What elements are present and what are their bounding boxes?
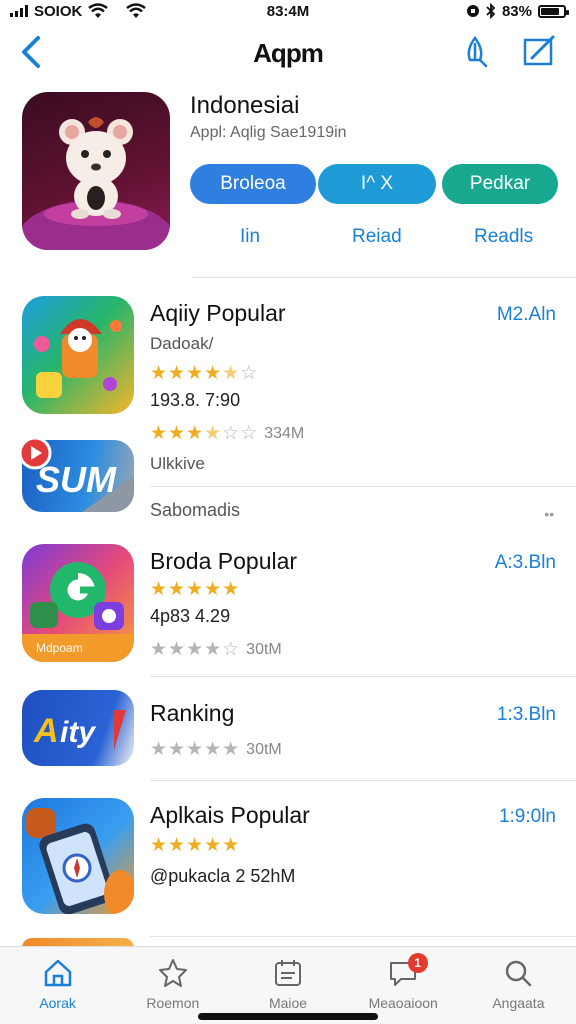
app-subtitle: Ulkkive	[150, 454, 205, 473]
app-price[interactable]: 1:9:0ln	[499, 806, 556, 828]
tab-label: Angaata	[492, 995, 545, 1011]
search-icon	[506, 960, 532, 987]
svg-text:ity: ity	[60, 716, 96, 749]
action-sublabel-2[interactable]: Reiad	[352, 226, 402, 248]
calendar-icon	[275, 960, 301, 986]
app-icon-broda[interactable]: Mdpoam	[22, 544, 134, 662]
svg-text:Mdpoam: Mdpoam	[36, 641, 83, 655]
play-badge-icon	[18, 436, 52, 470]
rating-stars: ★★★★★	[150, 835, 241, 856]
tab-label: Meaoaioon	[368, 995, 438, 1011]
rating-stars-secondary: ★★★★☆ 30tM	[150, 639, 282, 660]
primary-action-button[interactable]: Broleoa	[190, 164, 316, 204]
divider	[150, 936, 576, 937]
app-title[interactable]: Broda Popular	[150, 548, 297, 575]
featured-app: Indonesiai Appl: Aqlig Sae1919in Broleoa…	[0, 92, 576, 278]
app-meta: 4p83 4.29	[150, 606, 231, 626]
divider	[150, 780, 576, 781]
app-price[interactable]: 1:3.Bln	[497, 704, 556, 726]
rating-stars: ★★★★★	[150, 579, 241, 600]
app-icon-aqiiy[interactable]	[22, 296, 134, 414]
app-price[interactable]: M2.Aln	[497, 304, 556, 326]
app-price[interactable]: A:3.Bln	[495, 552, 556, 574]
app-icon-aplkais[interactable]	[22, 798, 134, 914]
star-icon	[158, 959, 187, 987]
featured-app-icon[interactable]	[22, 92, 170, 250]
tab-label: Maioe	[268, 995, 308, 1011]
rating-stars: ★★★★★ 30tM	[150, 739, 282, 760]
rating-count: 334M	[264, 424, 305, 442]
app-title[interactable]: Aplkais Popular	[150, 802, 310, 829]
secondary-action-button[interactable]: I^ X	[318, 164, 436, 204]
svg-text:A: A	[33, 712, 59, 750]
divider	[150, 676, 576, 677]
app-icon-ranking[interactable]: A ity	[22, 690, 134, 766]
action-sublabel-1[interactable]: Iin	[240, 226, 260, 248]
rating-count: 30tM	[246, 740, 282, 758]
app-meta: @pukacla 2 52hM	[150, 866, 296, 886]
tab-angaata[interactable]: Angaata	[461, 947, 576, 1024]
divider	[150, 486, 576, 487]
more-dots-icon[interactable]: ••	[544, 506, 554, 522]
app-title[interactable]: Aqiiy Popular	[150, 300, 286, 327]
section-footer-label: Sabomadis	[150, 500, 241, 520]
tab-label: Aorak	[39, 995, 76, 1011]
phone-app-logo	[26, 808, 134, 914]
tertiary-action-button[interactable]: Pedkar	[442, 164, 558, 204]
rating-stars: ★★★★★☆	[150, 363, 259, 384]
sugar-app-logo	[34, 319, 122, 398]
share-icon[interactable]	[458, 34, 492, 68]
notification-badge: 1	[407, 953, 428, 973]
mouse-mascot-icon	[22, 117, 170, 250]
status-time: 83:4M	[266, 2, 310, 20]
home-indicator[interactable]	[198, 1013, 378, 1020]
status-bar: SOIOK 83:4M 83%	[0, 0, 576, 22]
camera-app-logo: Mdpoam	[22, 562, 134, 662]
app-meta: 193.8. 7:90	[150, 390, 241, 410]
featured-app-title: Indonesiai	[190, 92, 300, 119]
action-sublabel-3[interactable]: Readls	[474, 226, 533, 248]
featured-app-subtitle: Appl: Aqlig Sae1919in	[190, 124, 347, 141]
nav-bar: Aqpm	[0, 28, 576, 76]
rating-count: 30tM	[246, 640, 282, 658]
tab-label: Roemon	[146, 995, 200, 1011]
compose-icon[interactable]	[522, 34, 556, 68]
app-developer: Dadoak/	[150, 334, 214, 353]
home-icon	[44, 959, 71, 987]
battery-icon	[538, 4, 569, 18]
tab-bar: Aorak Roemon Maioe 1 Meaoaioon Angaata	[0, 946, 576, 1024]
app-title[interactable]: Ranking	[150, 700, 234, 727]
divider	[192, 277, 576, 278]
rating-stars-secondary: ★★★★☆☆ 334M	[150, 423, 305, 444]
tab-aorak[interactable]: Aorak	[0, 947, 115, 1024]
aity-app-logo: A ity	[33, 710, 126, 750]
